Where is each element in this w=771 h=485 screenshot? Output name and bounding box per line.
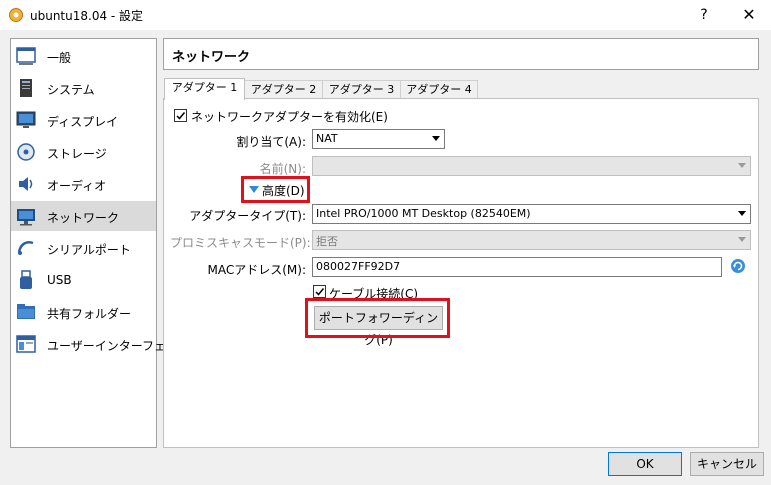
name-select (312, 156, 751, 176)
tab-adapter-2[interactable]: アダプター 2 (244, 80, 323, 99)
adapter-type-select[interactable]: Intel PRO/1000 MT Desktop (82540EM) (312, 204, 751, 224)
title-bar: ubuntu18.04 - 設定 ? ✕ (0, 0, 771, 30)
shared-folder-icon (15, 301, 37, 323)
display-icon (15, 109, 37, 131)
mac-address-value: 080027FF92D7 (316, 260, 401, 273)
sidebar-item-usb[interactable]: USB (11, 265, 156, 295)
general-icon (15, 45, 37, 67)
adapter-type-value: Intel PRO/1000 MT Desktop (82540EM) (316, 207, 531, 220)
promiscuous-mode-value: 拒否 (316, 235, 338, 248)
sidebar-item-label: ディスプレイ (47, 115, 119, 129)
sidebar-item-shared-folder[interactable]: 共有フォルダー (11, 297, 156, 327)
attached-to-value: NAT (316, 132, 338, 145)
tab-adapter-3[interactable]: アダプター 3 (322, 80, 401, 99)
chevron-down-icon (738, 163, 746, 168)
usb-icon (15, 269, 37, 291)
sidebar-item-label: ネットワーク (47, 211, 120, 225)
sidebar-item-storage[interactable]: ストレージ (11, 137, 156, 167)
cable-connected-checkbox[interactable] (313, 285, 326, 298)
advanced-highlight-box (241, 176, 310, 203)
sidebar-item-label: ストレージ (47, 147, 107, 161)
sidebar-item-label: オーディオ (47, 179, 107, 193)
sidebar-item-label: シリアルポート (47, 243, 131, 257)
chevron-down-icon (738, 211, 746, 216)
name-label: 名前(N): (259, 162, 306, 176)
sidebar-item-display[interactable]: ディスプレイ (11, 105, 156, 135)
sidebar-item-label: USB (47, 273, 72, 287)
sidebar-item-system[interactable]: システム (11, 73, 156, 103)
chevron-down-icon (738, 237, 746, 242)
sidebar-item-user-interface[interactable]: ユーザーインターフェース (11, 329, 189, 359)
sidebar-item-network[interactable]: ネットワーク (11, 201, 156, 231)
user-interface-icon (15, 333, 37, 355)
window-title: ubuntu18.04 - 設定 (30, 9, 144, 23)
promiscuous-mode-label: プロミスキャスモード(P): (170, 236, 311, 250)
attached-to-select[interactable]: NAT (312, 129, 445, 149)
enable-adapter-label[interactable]: ネットワークアダプターを有効化(E) (191, 108, 388, 125)
enable-adapter-checkbox[interactable] (174, 109, 187, 122)
adapter-type-label: アダプタータイプ(T): (189, 209, 306, 223)
tab-adapter-4[interactable]: アダプター 4 (400, 80, 478, 99)
serial-port-icon (15, 237, 37, 259)
sidebar-item-general[interactable]: 一般 (11, 41, 156, 71)
sidebar-item-label: システム (47, 83, 95, 97)
ok-button[interactable]: OK (608, 452, 682, 476)
mac-address-label: MACアドレス(M): (207, 263, 307, 277)
cancel-button[interactable]: キャンセル (690, 452, 764, 476)
network-icon (15, 205, 37, 227)
chevron-down-icon (432, 136, 440, 141)
sidebar-item-label: 共有フォルダー (47, 307, 132, 321)
tab-adapter-1[interactable]: アダプター 1 (164, 78, 245, 100)
refresh-mac-icon[interactable] (730, 258, 746, 274)
system-icon (15, 77, 37, 99)
mac-address-field[interactable]: 080027FF92D7 (312, 257, 722, 277)
storage-icon (15, 141, 37, 163)
sidebar-item-serial-port[interactable]: シリアルポート (11, 233, 156, 263)
sidebar-item-label: 一般 (47, 51, 72, 65)
sidebar-item-audio[interactable]: オーディオ (11, 169, 156, 199)
attached-to-label: 割り当て(A): (236, 135, 306, 149)
page-title: ネットワーク (172, 50, 251, 65)
settings-sidebar: 一般 システム ディスプレイ ストレージ オーディオ ネットワーク シリアルポー… (10, 38, 189, 448)
virtualbox-gear-icon (8, 7, 24, 23)
port-forwarding-highlight-box (305, 298, 450, 338)
promiscuous-mode-select: 拒否 (312, 230, 751, 250)
help-button[interactable]: ? (692, 3, 716, 27)
audio-icon (15, 173, 37, 195)
close-button[interactable]: ✕ (736, 3, 762, 27)
panel-header: ネットワーク (163, 38, 759, 70)
